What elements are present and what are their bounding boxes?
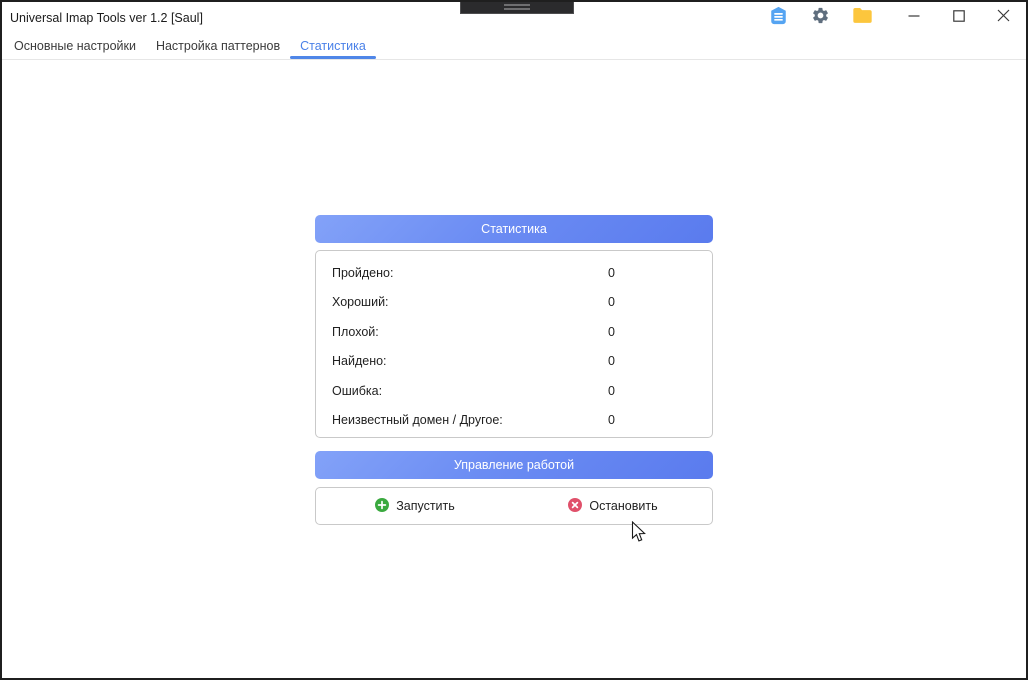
- stop-button[interactable]: Остановить: [514, 488, 712, 524]
- titlebar-actions: [757, 2, 1026, 33]
- stat-value: 0: [608, 354, 615, 368]
- stat-value: 0: [608, 266, 615, 280]
- maximize-icon: [953, 9, 965, 27]
- folder-button[interactable]: [841, 2, 883, 33]
- minimize-icon: [908, 9, 920, 27]
- handle-bar: [504, 8, 530, 10]
- snap-layout-handle[interactable]: [460, 0, 574, 14]
- stop-button-label: Остановить: [589, 499, 657, 513]
- stat-label: Найдено:: [332, 354, 387, 368]
- handle-bar: [504, 4, 530, 6]
- close-button[interactable]: [981, 2, 1026, 33]
- stat-row-found: Найдено: 0: [316, 347, 712, 377]
- stat-value: 0: [608, 295, 615, 309]
- stat-label: Ошибка:: [332, 384, 382, 398]
- mail-icon: [768, 5, 789, 31]
- stat-label: Неизвестный домен / Другое:: [332, 413, 503, 427]
- tab-statistics[interactable]: Статистика: [290, 33, 376, 59]
- stop-cross-icon: [568, 498, 582, 515]
- gear-icon: [811, 6, 830, 30]
- statistics-header: Статистика: [315, 215, 713, 243]
- stat-row-error: Ошибка: 0: [316, 376, 712, 406]
- minimize-button[interactable]: [891, 2, 936, 33]
- tab-main-settings[interactable]: Основные настройки: [4, 33, 146, 59]
- settings-button[interactable]: [799, 2, 841, 33]
- work-control-panel: Запустить Остановить: [315, 487, 713, 525]
- start-button-label: Запустить: [396, 499, 455, 513]
- folder-icon: [852, 6, 873, 29]
- mouse-cursor-icon: [631, 521, 646, 548]
- work-control-header: Управление работой: [315, 451, 713, 479]
- start-button[interactable]: Запустить: [316, 488, 514, 524]
- tab-bar: Основные настройки Настройка паттернов С…: [2, 33, 1026, 60]
- close-icon: [997, 9, 1010, 27]
- stat-row-unknown-domain: Неизвестный домен / Другое: 0: [316, 406, 712, 436]
- mail-button[interactable]: [757, 2, 799, 33]
- maximize-button[interactable]: [936, 2, 981, 33]
- stat-label: Плохой:: [332, 325, 379, 339]
- app-window: Universal Imap Tools ver 1.2 [Saul]: [0, 0, 1028, 680]
- start-plus-icon: [375, 498, 389, 515]
- stat-row-passed: Пройдено: 0: [316, 258, 712, 288]
- window-title: Universal Imap Tools ver 1.2 [Saul]: [10, 11, 203, 25]
- stat-value: 0: [608, 325, 615, 339]
- stat-row-good: Хороший: 0: [316, 288, 712, 318]
- stat-value: 0: [608, 413, 615, 427]
- statistics-panel: Пройдено: 0 Хороший: 0 Плохой: 0 Найдено…: [315, 250, 713, 438]
- stat-row-bad: Плохой: 0: [316, 317, 712, 347]
- tab-pattern-settings[interactable]: Настройка паттернов: [146, 33, 290, 59]
- stat-label: Хороший:: [332, 295, 389, 309]
- stat-label: Пройдено:: [332, 266, 393, 280]
- stat-value: 0: [608, 384, 615, 398]
